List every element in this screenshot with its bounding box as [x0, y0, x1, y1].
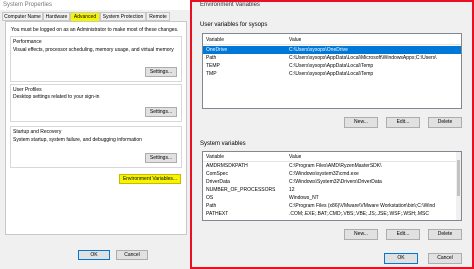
user-edit-button[interactable]: Edit...	[386, 117, 420, 128]
user-variables-heading: User variables for sysops	[200, 22, 268, 28]
startup-recovery-heading: Startup and Recovery	[13, 129, 62, 135]
row-variable: OS	[206, 195, 214, 201]
row-variable: OneDrive	[206, 47, 228, 53]
table-row[interactable]: ComSpec C:\Windows\system32\cmd.exe	[203, 170, 461, 178]
startup-recovery-settings-button[interactable]: Settings...	[145, 153, 177, 163]
row-value: C:\Program Files\AMD\RyzenMasterSDK\	[289, 163, 382, 169]
system-variables-table[interactable]: Variable Value AMDRMSDKPATH C:\Program F…	[202, 151, 462, 221]
sys-col-value[interactable]: Value	[289, 153, 301, 161]
performance-settings-button[interactable]: Settings...	[145, 67, 177, 77]
row-value: C:\Windows\system32\cmd.exe	[289, 171, 359, 177]
environment-variables-title: Environment Variables	[200, 2, 260, 8]
user-col-value[interactable]: Value	[289, 36, 301, 44]
environment-variables-button[interactable]: Environment Variables...	[119, 174, 181, 184]
sys-ok-button[interactable]: OK	[78, 250, 110, 260]
sys-col-variable[interactable]: Variable	[206, 153, 224, 161]
row-variable: ComSpec	[206, 171, 228, 177]
environment-variables-window: Environment Variables User variables for…	[190, 0, 474, 269]
table-row[interactable]: OS Windows_NT	[203, 194, 461, 202]
tab-advanced[interactable]: Advanced	[70, 12, 100, 21]
row-value: C:\Program Files (x86)\VMware\VMware Wor…	[289, 203, 436, 209]
performance-heading: Performance	[13, 39, 42, 45]
row-variable: TEMP	[206, 63, 220, 69]
row-variable: Path	[206, 55, 217, 61]
tab-remote[interactable]: Remote	[146, 12, 170, 21]
row-variable: NUMBER_OF_PROCESSORS	[206, 187, 276, 193]
performance-group: Performance Visual effects, processor sc…	[10, 36, 182, 82]
tab-system-protection[interactable]: System Protection	[100, 12, 146, 21]
user-new-button[interactable]: New...	[344, 117, 378, 128]
env-cancel-button[interactable]: Cancel	[428, 253, 462, 264]
row-variable: Path	[206, 203, 217, 209]
system-edit-button[interactable]: Edit...	[386, 229, 420, 240]
user-variables-header: Variable Value	[203, 36, 461, 45]
table-row[interactable]: NUMBER_OF_PROCESSORS 12	[203, 186, 461, 194]
system-variables-heading: System variables	[200, 141, 246, 147]
row-variable: TMP	[206, 71, 217, 77]
startup-recovery-description: System startup, system failure, and debu…	[13, 137, 142, 143]
scrollbar-thumb[interactable]	[457, 160, 460, 196]
table-row[interactable]: DriverData C:\Windows\System32\Drivers\D…	[203, 178, 461, 186]
user-profiles-settings-button[interactable]: Settings...	[145, 107, 177, 117]
table-row[interactable]: TEMP C:\Users\sysops\AppData\Local\Temp	[203, 62, 461, 70]
table-row[interactable]: OneDrive C:\Users\sysops\OneDrive	[203, 46, 461, 54]
performance-description: Visual effects, processor scheduling, me…	[13, 47, 174, 53]
row-value: C:\Users\sysops\AppData\Local\Microsoft\…	[289, 55, 437, 61]
row-value: C:\Users\sysops\AppData\Local\Temp	[289, 71, 374, 77]
system-delete-button[interactable]: Delete	[428, 229, 462, 240]
row-value: C:\Users\sysops\OneDrive	[289, 47, 348, 53]
user-profiles-description: Desktop settings related to your sign-in	[13, 94, 100, 100]
row-variable: PATHEXT	[206, 211, 229, 217]
row-value: C:\Users\sysops\AppData\Local\Temp	[289, 63, 374, 69]
system-properties-title: System Properties	[0, 0, 196, 10]
system-properties-window: System Properties Computer Name Hardware…	[0, 0, 196, 269]
user-col-variable[interactable]: Variable	[206, 36, 224, 44]
tab-hardware[interactable]: Hardware	[43, 12, 70, 21]
system-variables-header: Variable Value	[203, 153, 461, 162]
user-variables-table[interactable]: Variable Value OneDrive C:\Users\sysops\…	[202, 33, 462, 109]
env-ok-button[interactable]: OK	[384, 253, 418, 264]
row-value: C:\Windows\System32\Drivers\DriverData	[289, 179, 382, 185]
row-variable: AMDRMSDKPATH	[206, 163, 248, 169]
startup-recovery-group: Startup and Recovery System startup, sys…	[10, 126, 182, 168]
table-row[interactable]: Path C:\Users\sysops\AppData\Local\Micro…	[203, 54, 461, 62]
user-profiles-group: User Profiles Desktop settings related t…	[10, 84, 182, 122]
table-row[interactable]: TMP C:\Users\sysops\AppData\Local\Temp	[203, 70, 461, 78]
row-value: Windows_NT	[289, 195, 319, 201]
system-variables-scrollbar[interactable]	[456, 152, 461, 220]
row-value: 12	[289, 187, 295, 193]
advanced-tab-panel: You must be logged on as an Administrato…	[5, 21, 187, 235]
user-delete-button[interactable]: Delete	[428, 117, 462, 128]
row-variable: DriverData	[206, 179, 230, 185]
table-row[interactable]: PATHEXT .COM;.EXE;.BAT;.CMD;.VBS;.VBE;.J…	[203, 210, 461, 218]
sys-cancel-button[interactable]: Cancel	[116, 250, 148, 260]
system-new-button[interactable]: New...	[344, 229, 378, 240]
user-profiles-heading: User Profiles	[13, 87, 42, 93]
admin-note: You must be logged on as an Administrato…	[11, 27, 179, 33]
row-value: .COM;.EXE;.BAT;.CMD;.VBS;.VBE;.JS;.JSE;.…	[289, 211, 429, 217]
table-row[interactable]: Path C:\Program Files (x86)\VMware\VMwar…	[203, 202, 461, 210]
tab-computer-name[interactable]: Computer Name	[2, 12, 43, 21]
table-row[interactable]: AMDRMSDKPATH C:\Program Files\AMD\RyzenM…	[203, 162, 461, 170]
